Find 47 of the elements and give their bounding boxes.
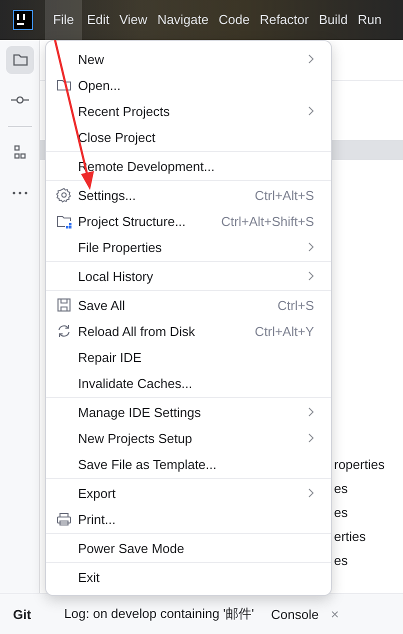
log-tab[interactable]: Log: on develop containing '邮件' bbox=[64, 605, 254, 623]
list-item: erties bbox=[334, 528, 366, 546]
menu-item[interactable]: Local History bbox=[78, 268, 308, 284]
menu-item[interactable]: Project Structure... bbox=[78, 214, 222, 228]
printer-icon bbox=[56, 511, 72, 527]
menu-item[interactable]: Export bbox=[78, 486, 308, 500]
menu-item[interactable]: Close Project bbox=[78, 130, 314, 144]
menu-bar-item[interactable]: Refactor bbox=[254, 0, 314, 40]
menu-bar-item[interactable]: Run bbox=[352, 0, 387, 40]
menu-item[interactable]: Reload All from Disk bbox=[78, 324, 255, 338]
menu-item[interactable]: Print... bbox=[78, 512, 314, 526]
menu-item[interactable]: Settings... bbox=[78, 188, 255, 202]
menu-bar-item[interactable]: Build bbox=[314, 0, 353, 40]
menu-item[interactable]: Open... bbox=[78, 78, 314, 92]
menu-item[interactable]: Invalidate Caches... bbox=[78, 376, 314, 390]
menu-item[interactable]: Save File as Template... bbox=[78, 456, 314, 472]
menu-bar-item[interactable]: Navigate bbox=[152, 0, 214, 40]
save-icon bbox=[56, 297, 72, 313]
menu-item[interactable]: Repair IDE bbox=[78, 350, 314, 364]
shortcut-label: Ctrl+Alt+Y bbox=[254, 324, 314, 338]
menu-item[interactable]: Exit bbox=[78, 570, 314, 584]
shortcut-label: Ctrl+Alt+S bbox=[254, 188, 314, 202]
menu-item[interactable]: Manage IDE Settings bbox=[78, 404, 308, 420]
list-item: es bbox=[334, 480, 348, 498]
menu-item[interactable]: Save All bbox=[78, 298, 278, 312]
menu-bar-item[interactable]: Edit bbox=[82, 0, 114, 40]
shortcut-label: Ctrl+Alt+Shift+S bbox=[221, 214, 314, 228]
reload-icon bbox=[56, 323, 72, 339]
shortcut-label: Ctrl+S bbox=[278, 298, 314, 312]
menu-bar-item[interactable]: View bbox=[114, 0, 152, 40]
list-item: es bbox=[334, 504, 348, 522]
project-structure-icon bbox=[56, 213, 72, 229]
menu-bar-item[interactable]: Code bbox=[214, 0, 255, 40]
menu-bar-item[interactable]: File bbox=[45, 0, 82, 40]
console-tab[interactable]: Console bbox=[271, 606, 319, 622]
list-item: es bbox=[334, 552, 348, 570]
list-item: roperties bbox=[334, 456, 385, 474]
settings-icon bbox=[56, 187, 72, 203]
menu-item[interactable]: Power Save Mode bbox=[78, 540, 314, 556]
menu-item[interactable]: File Properties bbox=[78, 240, 308, 254]
folder-icon[interactable] bbox=[6, 46, 34, 74]
menu-item[interactable]: New Projects Setup bbox=[78, 430, 308, 446]
tool-window-title: Git bbox=[13, 606, 32, 622]
menu-item[interactable]: New bbox=[78, 52, 308, 66]
app-logo-icon bbox=[13, 10, 33, 30]
folder-icon bbox=[56, 77, 72, 93]
menu-item[interactable]: Recent Projects bbox=[78, 104, 308, 118]
